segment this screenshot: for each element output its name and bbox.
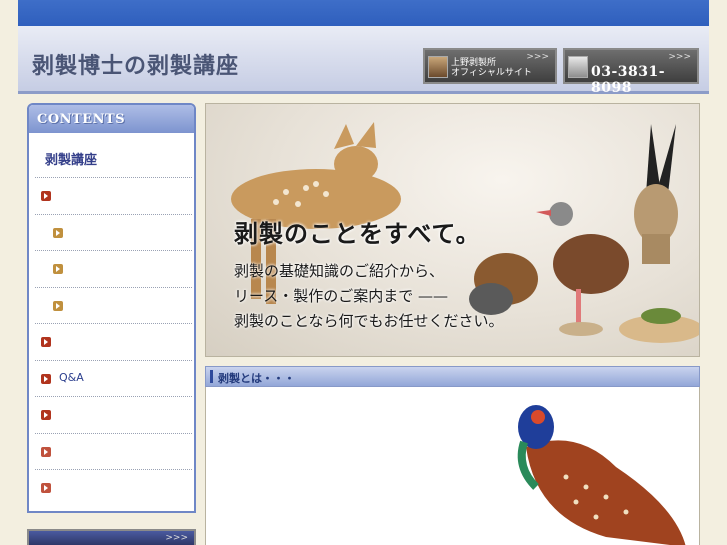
- arrow-bullet-icon: [41, 191, 51, 201]
- chevron-right-icon: >>>: [526, 52, 549, 62]
- sidebar-section-title[interactable]: 剥製講座: [45, 149, 97, 168]
- sidebar-heading: CONTENTS: [37, 112, 126, 127]
- section-header: 剥製とは・・・: [205, 366, 700, 387]
- sidebar-item[interactable]: [35, 213, 192, 250]
- phone-button[interactable]: >>> 03-3831-8098: [563, 48, 699, 96]
- pheasant-illustration: [517, 405, 686, 545]
- arrow-bullet-icon: [41, 410, 51, 420]
- section-title: 剥製とは・・・: [218, 372, 295, 385]
- sidebar-item[interactable]: [35, 432, 192, 469]
- hero-headline: 剥製のことをすべて。: [234, 219, 481, 248]
- chevron-right-icon: >>>: [668, 52, 691, 62]
- site-header: 剥製博士の剥製講座 >>> 上野剥製所 オフィシャルサイト >>> 03-383…: [18, 26, 709, 96]
- arrow-bullet-icon: [41, 446, 51, 457]
- frog-illustration: [619, 308, 699, 343]
- hero-line-2: リース・製作のご案内まで ——: [234, 287, 449, 305]
- sidebar-bottom-banner[interactable]: >>>: [27, 529, 196, 545]
- top-bar: [18, 0, 709, 26]
- duck-illustration: [536, 202, 629, 336]
- official-button-line2: オフィシャルサイト: [451, 68, 532, 78]
- sidebar-item[interactable]: [35, 396, 192, 432]
- arrow-bullet-icon: [41, 337, 51, 347]
- official-button-line1: 上野剥製所: [451, 58, 497, 68]
- chevron-right-icon: >>>: [165, 533, 188, 543]
- section-content: [205, 387, 700, 545]
- hero-line-1: 剥製の基礎知識のご紹介から、: [234, 262, 445, 280]
- sidebar-item[interactable]: [35, 177, 192, 213]
- arrow-bullet-icon: [41, 483, 51, 493]
- antelope-illustration: [634, 124, 678, 264]
- official-site-button[interactable]: >>> 上野剥製所 オフィシャルサイト: [423, 48, 557, 84]
- bird-thumbnail-icon: [568, 56, 588, 78]
- sidebar-item[interactable]: [35, 469, 192, 505]
- phone-number: 03-3831-8098: [591, 64, 666, 96]
- sidebar-item[interactable]: [35, 323, 192, 359]
- sidebar-item[interactable]: Q&A: [35, 359, 192, 396]
- sidebar-item-label: Q&A: [59, 370, 84, 384]
- site-title: 剥製博士の剥製講座: [32, 53, 240, 79]
- arrow-bullet-icon: [41, 373, 51, 384]
- contents-sidebar: CONTENTS 剥製講座 Q&A: [27, 103, 196, 513]
- squirrel-illustration: [469, 253, 538, 315]
- hero-line-3: 剥製のことなら何でもお任せください。: [234, 312, 504, 330]
- arrow-bullet-icon: [53, 227, 63, 238]
- arrow-bullet-icon: [53, 300, 63, 311]
- sidebar-header: CONTENTS: [29, 105, 194, 133]
- arrow-bullet-icon: [53, 264, 63, 274]
- section-marker-icon: [210, 370, 213, 383]
- sidebar-item[interactable]: [35, 286, 192, 323]
- hero-banner: 剥製のことをすべて。 剥製の基礎知識のご紹介から、 リース・製作のご案内まで —…: [205, 103, 700, 357]
- taxidermy-thumbnail-icon: [428, 56, 448, 78]
- sidebar-item[interactable]: [35, 250, 192, 286]
